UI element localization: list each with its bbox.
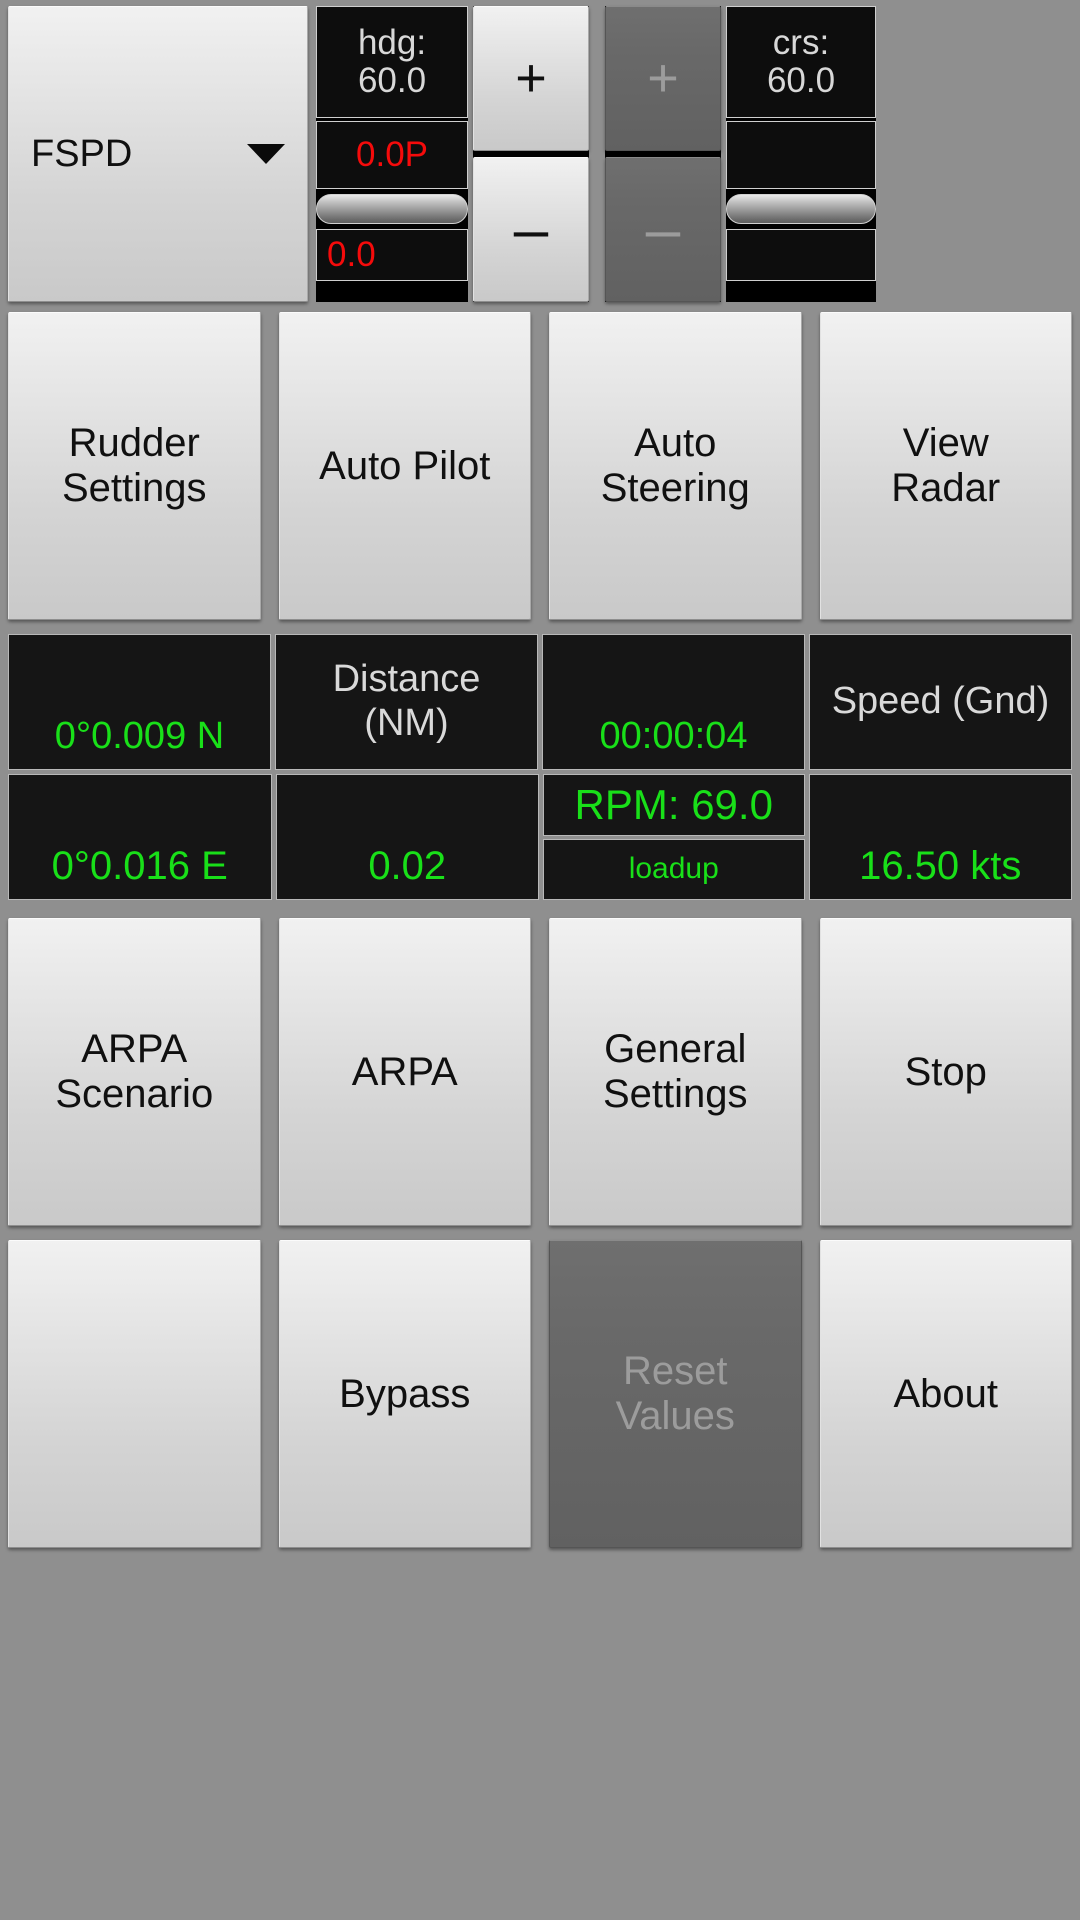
header-divider [594, 6, 600, 302]
button-label-line1: General [604, 1027, 747, 1072]
heading-decrease-button[interactable]: – [473, 157, 589, 302]
button-label-line2: Steering [600, 466, 750, 510]
distance-label-line1: Distance [332, 658, 481, 701]
heading-seekbar[interactable] [316, 194, 468, 224]
distance-label-line2: (NM) [364, 702, 449, 744]
button-label-line1: Reset [623, 1349, 728, 1394]
button-label-line1: View [902, 421, 989, 466]
course-decrease-button[interactable]: – [605, 157, 721, 302]
heading-readout-column: hdg: 60.0 0.0P 0.0 [316, 6, 468, 302]
rudder-settings-button[interactable]: Rudder Settings [8, 312, 261, 620]
nav-button-row: Rudder Settings Auto Pilot Auto Steering… [8, 312, 1072, 620]
course-stepper: + – [605, 6, 721, 302]
chevron-down-icon [247, 144, 285, 164]
course-readout-column: crs: 60.0 [726, 6, 876, 302]
engine-state-readout: loadup [543, 838, 805, 900]
button-label-line2: Radar [891, 466, 1001, 510]
course-secondary-panel [726, 121, 876, 189]
header-controls: FSPD hdg: 60.0 0.0P 0.0 + – + – crs: 60.… [8, 6, 1072, 302]
heading-title: hdg: [357, 22, 427, 62]
row-spacer [8, 904, 1072, 908]
stop-button[interactable]: Stop [819, 918, 1072, 1226]
reset-values-button[interactable]: Reset Values [549, 1240, 802, 1548]
speed-mode-label: FSPD [31, 132, 133, 175]
auto-steering-button[interactable]: Auto Steering [549, 312, 802, 620]
button-label-line2: Settings [602, 1072, 748, 1116]
button-label-line1: ARPA [81, 1027, 188, 1072]
distance-readout: 0.02 [275, 774, 539, 900]
course-seekbar[interactable] [726, 194, 876, 224]
elapsed-time-readout: 00:00:04 [542, 634, 805, 770]
button-label-line1: Bypass [339, 1371, 471, 1416]
action-button-row: ARPA Scenario ARPA General Settings Stop [8, 918, 1072, 1226]
telemetry-row-1: 0°0.009 N Distance (NM) 00:00:04 Speed (… [8, 634, 1072, 770]
heading-increase-button[interactable]: + [473, 6, 589, 151]
telemetry-row-2: 0°0.016 E 0.02 RPM: 69.0 loadup 16.50 kt… [8, 774, 1072, 900]
course-value: 60.0 [766, 61, 836, 100]
button-label-line1: Auto Pilot [319, 443, 491, 488]
engine-readout-group: RPM: 69.0 loadup [543, 774, 805, 900]
button-label-line2: Scenario [55, 1072, 214, 1116]
course-tertiary-panel [726, 229, 876, 281]
heading-value-panel: hdg: 60.0 [316, 6, 468, 118]
speed-ground-label: Speed (Gnd) [809, 634, 1072, 770]
button-label-line1: ARPA [351, 1049, 458, 1094]
distance-label: Distance (NM) [275, 634, 538, 770]
auto-pilot-button[interactable]: Auto Pilot [278, 312, 531, 620]
button-label-line1: Stop [904, 1049, 987, 1094]
button-label-line1: Auto [634, 421, 717, 466]
view-radar-button[interactable]: View Radar [819, 312, 1072, 620]
bypass-button[interactable]: Bypass [278, 1240, 531, 1548]
speed-ground-readout: 16.50 kts [808, 774, 1072, 900]
button-label-line2: Values [615, 1394, 735, 1438]
speed-mode-dropdown[interactable]: FSPD [8, 6, 308, 302]
course-increase-button[interactable]: + [605, 6, 721, 151]
blank-button[interactable] [8, 1240, 261, 1548]
rudder-actual-panel: 0.0 [316, 229, 468, 281]
arpa-button[interactable]: ARPA [278, 918, 531, 1226]
about-button[interactable]: About [819, 1240, 1072, 1548]
general-settings-button[interactable]: General Settings [549, 918, 802, 1226]
course-title: crs: [772, 22, 830, 62]
heading-value: 60.0 [357, 61, 427, 100]
button-label-line1: Rudder [68, 421, 200, 466]
course-value-panel: crs: 60.0 [726, 6, 876, 118]
engine-rpm-readout: RPM: 69.0 [543, 774, 805, 836]
autopilot-console: FSPD hdg: 60.0 0.0P 0.0 + – + – crs: 60.… [0, 0, 1080, 1920]
arpa-scenario-button[interactable]: ARPA Scenario [8, 918, 261, 1226]
button-label-line1: About [893, 1371, 999, 1416]
heading-stepper: + – [473, 6, 589, 302]
button-label-line2: Settings [61, 466, 207, 510]
footer-button-row: Bypass Reset Values About [8, 1240, 1072, 1548]
latitude-readout: 0°0.009 N [8, 634, 271, 770]
longitude-readout: 0°0.016 E [8, 774, 272, 900]
rudder-order-panel: 0.0P [316, 121, 468, 189]
